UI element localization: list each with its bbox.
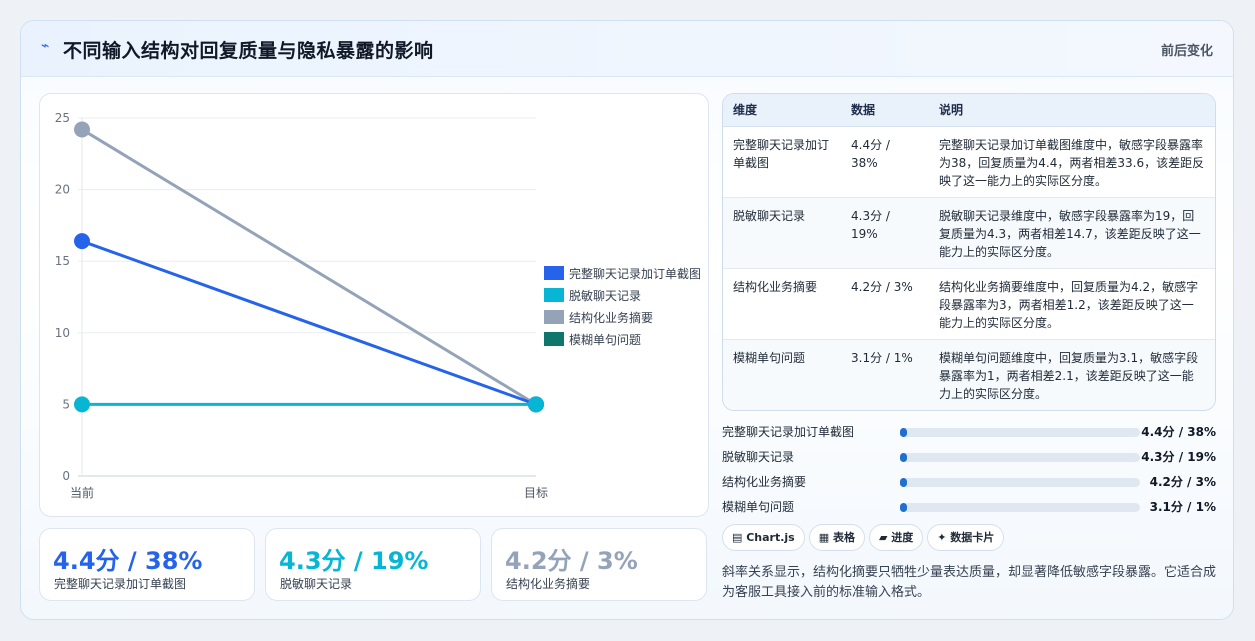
legend-label: 脱敏聊天记录	[569, 288, 641, 303]
cell-dimension: 完整聊天记录加订单截图	[723, 126, 841, 198]
table-row: 结构化业务摘要 4.2分 / 3% 结构化业务摘要维度中，回复质量为4.2，敏感…	[723, 268, 1215, 340]
y-tick-label: 15	[55, 254, 70, 268]
cell-dimension: 结构化业务摘要	[723, 268, 841, 340]
stat-card-3: 4.2分 / 3% 结构化业务摘要	[491, 528, 707, 601]
legend-swatch	[544, 288, 564, 302]
progress-track	[900, 503, 1140, 512]
progress-track	[900, 478, 1140, 487]
y-tick-label: 20	[55, 183, 70, 197]
progress-row-4: 模糊单句问题 3.1分 / 1%	[722, 496, 1216, 516]
progress-label: 完整聊天记录加订单截图	[722, 425, 855, 439]
chip-data-card[interactable]: ✦ 数据卡片	[927, 524, 1005, 551]
legend-swatch	[544, 266, 564, 280]
cell-data: 4.4分 / 38%	[841, 126, 929, 198]
progress-value: 4.3分 / 19%	[1141, 450, 1216, 464]
progress-label: 脱敏聊天记录	[722, 450, 795, 464]
legend-label: 模糊单句问题	[569, 332, 641, 347]
bolt-icon: ⌁	[41, 38, 50, 54]
progress-row-2: 脱敏聊天记录 4.3分 / 19%	[722, 446, 1216, 466]
data-point	[74, 396, 90, 413]
progress-track	[900, 428, 1140, 437]
x-tick-label: 当前	[70, 485, 94, 500]
progress-fill	[900, 503, 908, 512]
progress-value: 3.1分 / 1%	[1149, 500, 1216, 514]
chip-chartjs[interactable]: ▤ Chart.js	[722, 524, 805, 551]
y-tick-label: 0	[62, 469, 70, 483]
y-tick-label: 25	[55, 111, 70, 125]
card-header: ⌁ 不同输入结构对回复质量与隐私暴露的影响 前后变化	[21, 21, 1233, 77]
stat-label: 完整聊天记录加订单截图	[54, 577, 187, 591]
stat-value: 4.2分 / 3%	[505, 547, 638, 575]
table-row: 模糊单句问题 3.1分 / 1% 模糊单句问题维度中，回复质量为3.1，敏感字段…	[723, 339, 1215, 410]
progress-label: 模糊单句问题	[722, 500, 795, 514]
progress-fill	[900, 428, 908, 437]
column-header: 数据	[841, 94, 929, 127]
stat-card-2: 4.3分 / 19% 脱敏聊天记录	[265, 528, 481, 601]
data-point	[528, 396, 544, 413]
stat-label: 结构化业务摘要	[506, 577, 591, 591]
legend-label: 完整聊天记录加订单截图	[569, 266, 701, 281]
legend-swatch	[544, 332, 564, 346]
table-row: 脱敏聊天记录 4.3分 / 19% 脱敏聊天记录维度中，敏感字段暴露率为19，回…	[723, 197, 1215, 269]
progress-label: 结构化业务摘要	[722, 475, 807, 489]
chip-table[interactable]: ▦ 表格	[808, 524, 865, 551]
progress-fill	[900, 478, 908, 487]
cell-data: 4.3分 / 19%	[841, 197, 929, 269]
change-tag: 前后变化	[1160, 44, 1213, 59]
stat-value: 4.4分 / 38%	[53, 547, 203, 575]
cell-dimension: 脱敏聊天记录	[723, 197, 841, 269]
legend-swatch	[544, 310, 564, 324]
report-card: ⌁ 不同输入结构对回复质量与隐私暴露的影响 前后变化 0 5 10 15 20 25 当前 目…	[20, 20, 1234, 620]
view-chips: ▤ Chart.js ▦ 表格 ▰ 进度 ✦ 数据卡片	[722, 524, 1008, 551]
stat-value: 4.3分 / 19%	[279, 547, 429, 575]
y-tick-label: 5	[62, 397, 70, 411]
table-row: 完整聊天记录加订单截图 4.4分 / 38% 完整聊天记录加订单截图维度中，敏感…	[723, 126, 1215, 198]
column-header: 说明	[929, 94, 1215, 127]
legend-label: 结构化业务摘要	[569, 310, 653, 325]
cell-desc: 模糊单句问题维度中，回复质量为3.1，敏感字段暴露率为1，两者相差2.1，该差距…	[929, 339, 1215, 410]
progress-track	[900, 453, 1140, 462]
x-tick-label: 目标	[524, 486, 548, 500]
data-point	[74, 233, 90, 250]
data-table: 维度 数据 说明 完整聊天记录加订单截图 4.4分 / 38% 完整聊天记录加订…	[722, 93, 1216, 411]
cell-desc: 完整聊天记录加订单截图维度中，敏感字段暴露率为38，回复质量为4.4，两者相差3…	[929, 126, 1215, 198]
progress-row-3: 结构化业务摘要 4.2分 / 3%	[722, 471, 1216, 491]
cell-desc: 结构化业务摘要维度中，回复质量为4.2，敏感字段暴露率为3，两者相差1.2，该差…	[929, 268, 1215, 340]
stat-card-1: 4.4分 / 38% 完整聊天记录加订单截图	[39, 528, 255, 601]
stat-label: 脱敏聊天记录	[280, 577, 353, 591]
progress-value: 4.2分 / 3%	[1149, 475, 1216, 489]
table-header-row: 维度 数据 说明	[723, 94, 1215, 127]
cell-data: 3.1分 / 1%	[841, 339, 929, 410]
chip-progress[interactable]: ▰ 进度	[868, 524, 924, 551]
slope-chart: 0 5 10 15 20 25 当前 目标 完整聊天记录加订单截图 脱敏聊天记录 结构化业务摘要 模糊…	[39, 93, 709, 517]
column-header: 维度	[723, 94, 841, 127]
progress-row-1: 完整聊天记录加订单截图 4.4分 / 38%	[722, 421, 1216, 441]
cell-data: 4.2分 / 3%	[841, 268, 929, 340]
cell-desc: 脱敏聊天记录维度中，敏感字段暴露率为19，回复质量为4.3，两者相差14.7，该…	[929, 197, 1215, 269]
page-title: 不同输入结构对回复质量与隐私暴露的影响	[63, 40, 434, 62]
data-point	[74, 121, 90, 138]
progress-fill	[900, 453, 908, 462]
chart-svg: 0 5 10 15 20 25 当前 目标 完整聊天记录加订单截图脱敏聊天记录结构化业务摘要模糊…	[55, 111, 701, 500]
cell-dimension: 模糊单句问题	[723, 339, 841, 410]
summary-note: 斜率关系显示，结构化摘要只牺牲少量表达质量，却显著降低敏感字段暴露。它适合成为客…	[722, 565, 1217, 600]
y-tick-label: 10	[55, 326, 70, 340]
progress-value: 4.4分 / 38%	[1141, 425, 1216, 439]
